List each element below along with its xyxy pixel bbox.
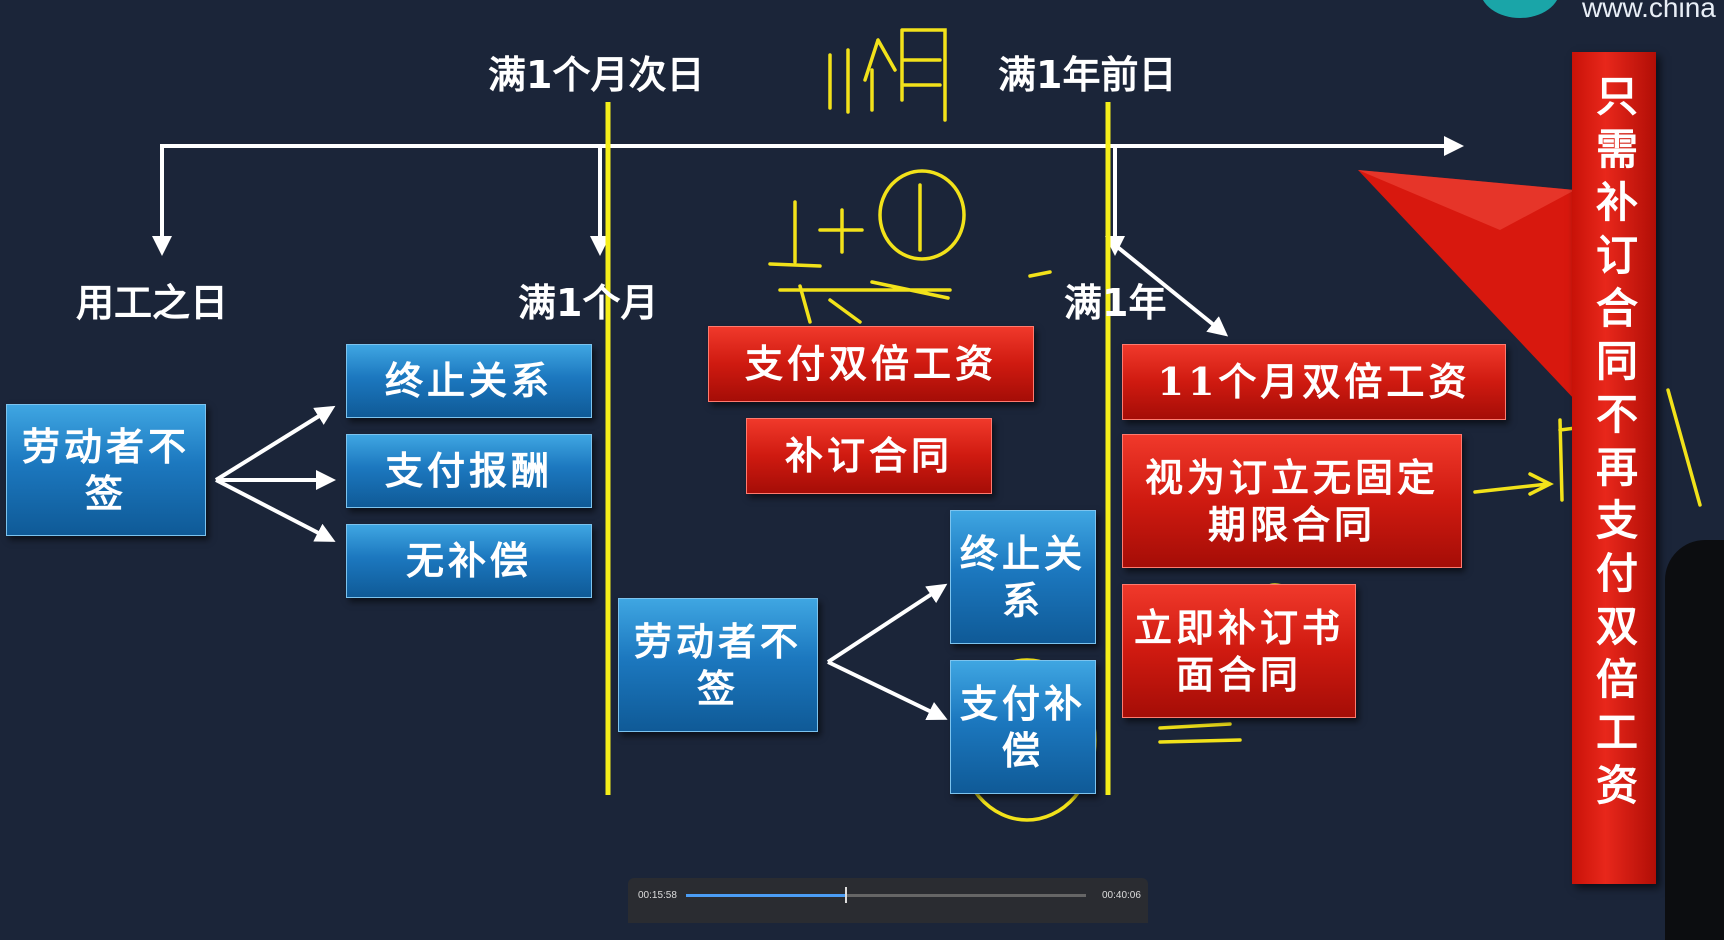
option-pay-wages: 支付报酬 <box>346 434 592 508</box>
right-double-wages-11-months: 11个月双倍工资 <box>1122 344 1506 420</box>
label-one-year: 满1年 <box>1064 281 1167 325</box>
remedy-sign-contract: 补订合同 <box>746 418 992 494</box>
arrow-left-3 <box>215 478 336 542</box>
worker-refuses-box-left: 劳动者不签 <box>6 404 206 536</box>
worker-refuses-box-middle: 劳动者不签 <box>618 598 818 732</box>
total-time: 00:40:06 <box>1102 890 1141 901</box>
progress-fill <box>686 894 846 897</box>
elapsed-time: 00:15:58 <box>638 890 677 901</box>
option-terminate: 终止关系 <box>346 344 592 418</box>
penalty-double-wages: 支付双倍工资 <box>708 326 1034 402</box>
diagram-canvas: www.china 满1个月次日 满1年前日 用工之日 满1个月 满1年 劳动者… <box>0 0 1724 940</box>
arrow-left-1 <box>214 405 336 482</box>
label-one-month: 满1个月 <box>518 281 659 325</box>
option-terminate-middle: 终止关系 <box>950 510 1096 644</box>
label-start-day: 用工之日 <box>76 281 229 325</box>
vertical-banner: 只需补订合同不再支付双倍工资 <box>1572 52 1656 884</box>
video-player-bar[interactable]: 00:15:58 00:40:06 <box>628 878 1148 923</box>
option-no-compensation: 无补偿 <box>346 524 592 598</box>
arrow-mid-1 <box>826 583 948 664</box>
progress-handle[interactable] <box>845 887 847 903</box>
banner-text: 只需补订合同不再支付双倍工资 <box>1589 74 1639 816</box>
arrow-mid-2 <box>827 660 948 721</box>
label-year-prev-day: 满1年前日 <box>998 53 1177 97</box>
right-sign-written-contract: 立即补订书面合同 <box>1122 584 1356 718</box>
option-pay-compensation: 支付补偿 <box>950 660 1096 794</box>
label-month-next-day: 满1个月次日 <box>488 53 705 97</box>
presenter-silhouette <box>1665 540 1724 940</box>
right-open-ended-contract: 视为订立无固定期限合同 <box>1122 434 1462 568</box>
